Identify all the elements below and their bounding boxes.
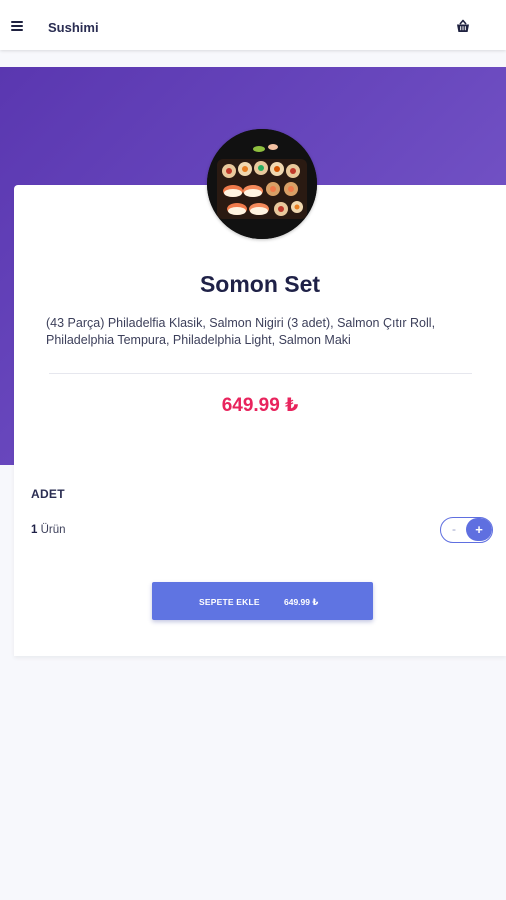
decrement-button[interactable]: - xyxy=(441,518,467,541)
quantity-stepper[interactable]: - + xyxy=(440,517,493,543)
add-to-cart-label: SEPETE EKLE xyxy=(199,597,260,607)
increment-button[interactable]: + xyxy=(466,518,492,541)
add-to-cart-amount: 649.99 ₺ xyxy=(284,597,319,607)
hamburger-menu-icon[interactable] xyxy=(11,21,23,31)
product-price: 649.99 ₺ xyxy=(221,395,299,416)
product-image xyxy=(207,129,317,239)
quantity-heading: ADET xyxy=(31,487,65,501)
quantity-summary: 1 Ürün xyxy=(31,524,66,536)
quantity-count: 1 xyxy=(31,524,38,536)
quantity-unit: Ürün xyxy=(40,524,66,536)
app-title: Sushimi xyxy=(48,20,99,35)
product-name: Somon Set xyxy=(199,271,321,297)
add-to-cart-button[interactable]: SEPETE EKLE 649.99 ₺ xyxy=(152,582,373,620)
product-description: (43 Parça) Philadelfia Klasik, Salmon Ni… xyxy=(46,316,436,347)
shopping-basket-icon[interactable] xyxy=(455,18,471,34)
divider xyxy=(49,373,472,374)
app-bar: Sushimi xyxy=(0,0,506,50)
